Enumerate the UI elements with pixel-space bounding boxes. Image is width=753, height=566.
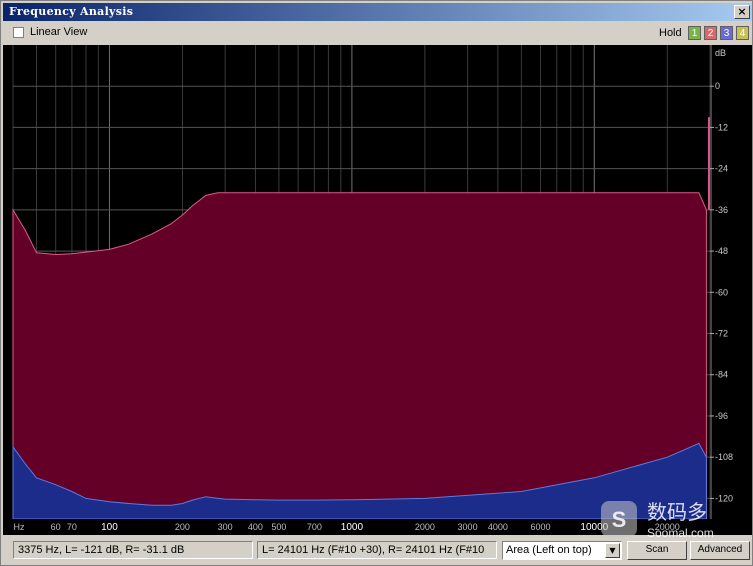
x-tick-label: 3000 bbox=[458, 522, 478, 532]
linear-view-label: Linear View bbox=[30, 26, 88, 38]
watermark: S 数码多 Soomal.com bbox=[599, 497, 749, 543]
x-tick-label: 6000 bbox=[531, 522, 551, 532]
display-mode-select[interactable]: Area (Left on top) ▼ bbox=[502, 541, 622, 560]
x-tick-label: 2000 bbox=[415, 522, 435, 532]
y-axis-label: dB bbox=[715, 48, 726, 58]
toolbar: Linear View Hold 1 2 3 4 bbox=[3, 22, 752, 44]
y-tick-label: -36 bbox=[715, 205, 728, 215]
x-tick-label: 60 bbox=[51, 522, 61, 532]
x-tick-label: 1000 bbox=[341, 522, 364, 533]
x-tick-label: Hz bbox=[14, 522, 25, 532]
title-bar[interactable]: Frequency Analysis × bbox=[3, 3, 752, 21]
hold-button-2[interactable]: 2 bbox=[704, 26, 717, 40]
x-tick-label: 200 bbox=[175, 522, 190, 532]
x-tick-label: 70 bbox=[67, 522, 77, 532]
chevron-down-icon[interactable]: ▼ bbox=[605, 543, 620, 558]
hold-button-3[interactable]: 3 bbox=[720, 26, 733, 40]
close-button[interactable]: × bbox=[734, 5, 750, 19]
y-tick-label: -12 bbox=[715, 122, 728, 132]
watermark-text: 数码多 bbox=[647, 500, 707, 524]
y-tick-label: -72 bbox=[715, 329, 728, 339]
hold-label: Hold bbox=[659, 27, 682, 39]
spectrum-plot[interactable]: dB 0 -12 -24 -36 -48 -60 -72 -84 -96 -108 -120 Hz 60 7… bbox=[3, 45, 752, 535]
x-tick-label: 500 bbox=[271, 522, 286, 532]
window-title: Frequency Analysis bbox=[9, 5, 134, 18]
watermark-logo-letter: S bbox=[612, 507, 627, 532]
watermark-logo-icon: S 数码多 Soomal.com bbox=[601, 500, 714, 540]
watermark-site: Soomal.com bbox=[647, 526, 714, 540]
x-tick-label: 700 bbox=[307, 522, 322, 532]
y-tick-label: -84 bbox=[715, 370, 728, 380]
pitch-readout: L= 24101 Hz (F#10 +30), R= 24101 Hz (F#1… bbox=[257, 541, 497, 559]
x-tick-label: 4000 bbox=[488, 522, 508, 532]
y-tick-label: -108 bbox=[715, 452, 733, 462]
display-mode-value: Area (Left on top) bbox=[506, 544, 592, 556]
y-tick-label: 0 bbox=[715, 81, 720, 91]
cursor-readout: 3375 Hz, L= -121 dB, R= -31.1 dB bbox=[13, 541, 253, 559]
hold-button-4[interactable]: 4 bbox=[736, 26, 749, 40]
y-tick-label: -60 bbox=[715, 287, 728, 297]
x-tick-label: 100 bbox=[101, 522, 118, 533]
y-tick-label: -24 bbox=[715, 164, 728, 174]
linear-view-checkbox[interactable] bbox=[13, 27, 24, 38]
scan-button[interactable]: Scan bbox=[627, 541, 687, 560]
x-tick-label: 400 bbox=[248, 522, 263, 532]
advanced-button[interactable]: Advanced bbox=[690, 541, 750, 560]
y-tick-label: -96 bbox=[715, 411, 728, 421]
x-tick-label: 300 bbox=[218, 522, 233, 532]
spectrum-svg: dB0-12-24-36-48-60-72-84-96-108-120Hz 60 7… bbox=[3, 45, 752, 535]
hold-button-1[interactable]: 1 bbox=[688, 26, 701, 40]
frequency-analysis-window: Frequency Analysis × Linear View Hold 1 … bbox=[0, 0, 753, 566]
y-tick-label: -48 bbox=[715, 246, 728, 256]
